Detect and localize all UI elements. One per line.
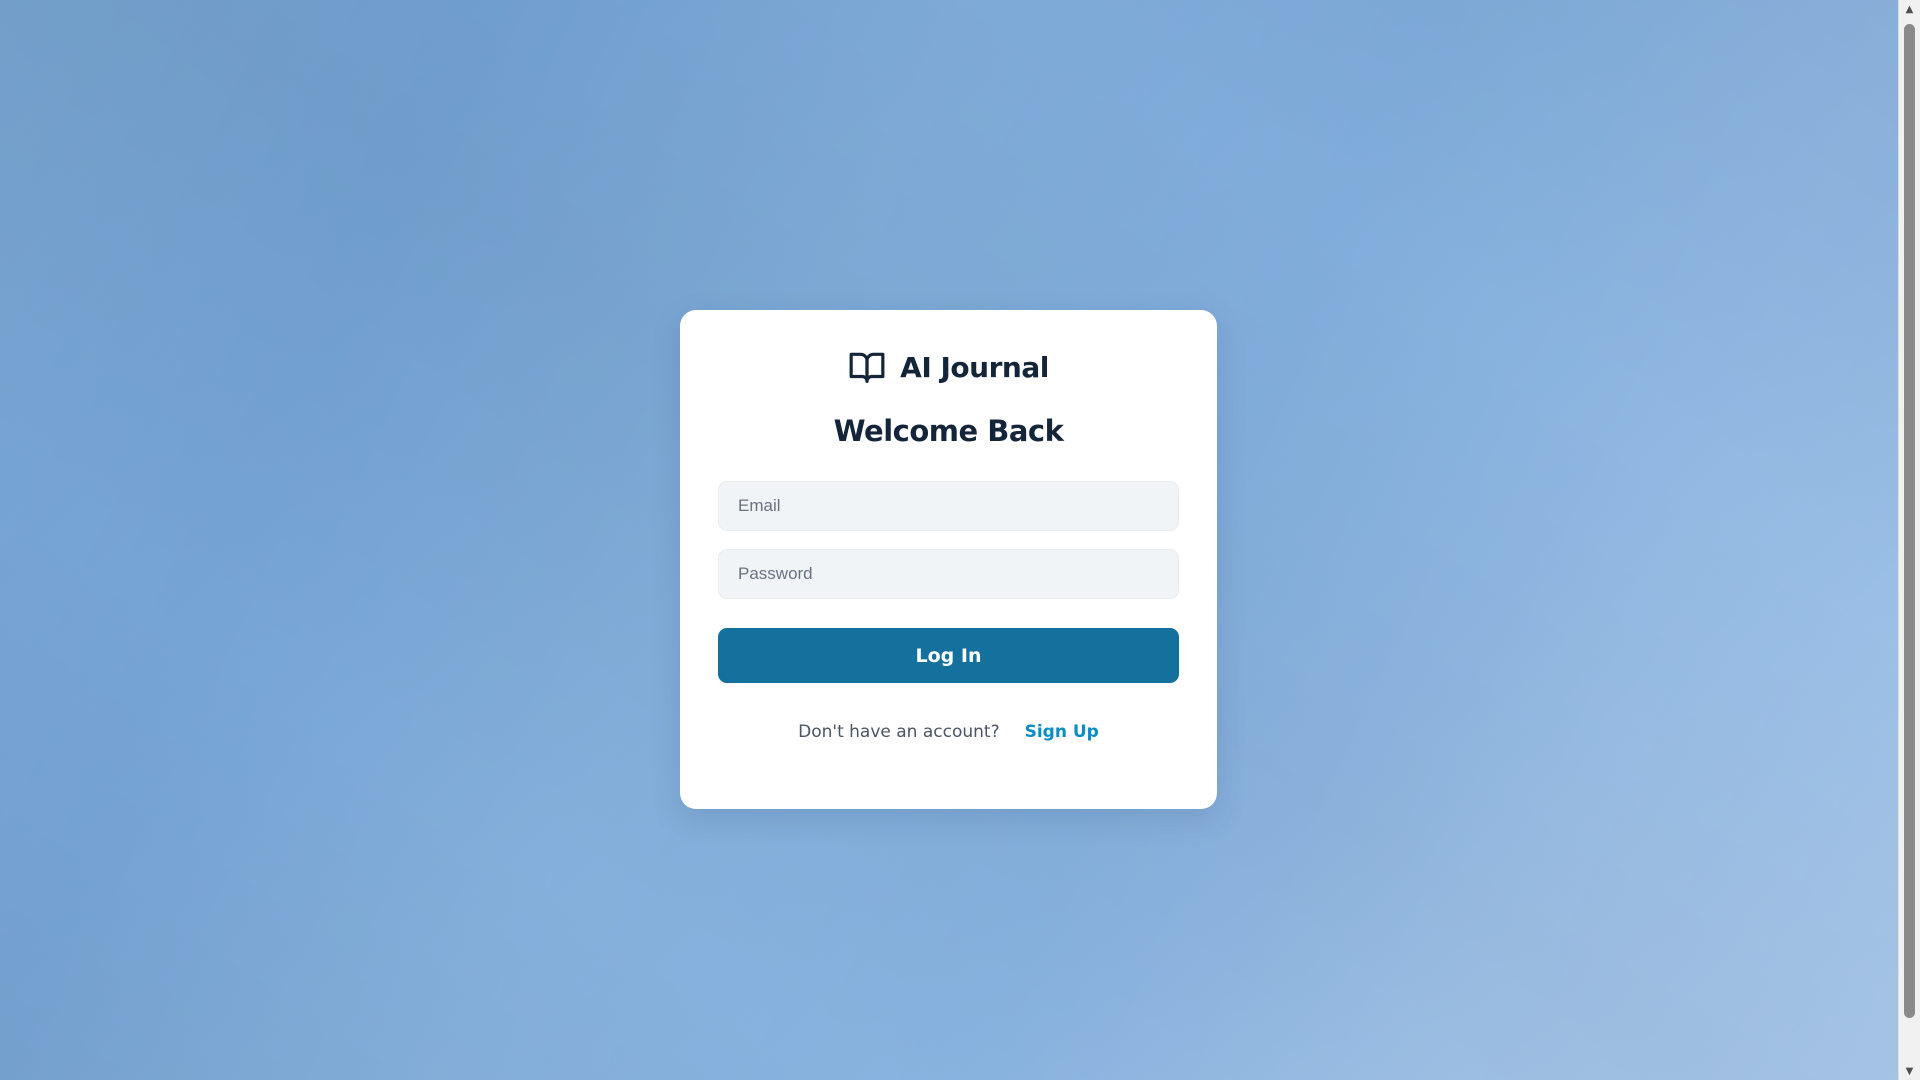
- email-field[interactable]: [718, 481, 1179, 531]
- brand: AI Journal: [680, 348, 1217, 386]
- signup-link[interactable]: Sign Up: [1025, 722, 1099, 742]
- password-field[interactable]: [718, 549, 1179, 599]
- page-title: Welcome Back: [833, 414, 1064, 448]
- scroll-down-arrow-icon[interactable]: ▼: [1899, 1062, 1920, 1080]
- signup-row: Don't have an account? Sign Up: [680, 722, 1217, 742]
- scroll-up-arrow-icon[interactable]: ▲: [1899, 0, 1920, 18]
- signup-prompt: Don't have an account?: [798, 722, 1000, 742]
- open-book-icon: [849, 352, 885, 383]
- login-button[interactable]: Log In: [718, 628, 1179, 683]
- vertical-scrollbar[interactable]: ▲ ▼: [1898, 0, 1920, 1080]
- login-card: AI Journal Welcome Back Log In Don't hav…: [680, 310, 1217, 809]
- app-name: AI Journal: [900, 350, 1049, 384]
- scrollbar-thumb[interactable]: [1904, 24, 1915, 1018]
